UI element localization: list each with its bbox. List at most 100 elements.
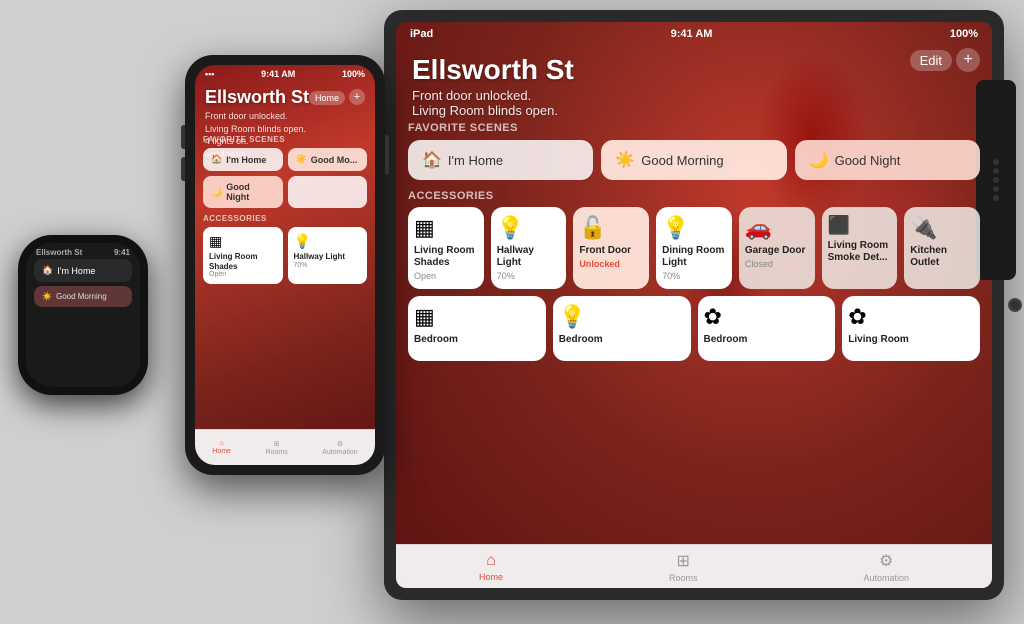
iphone-add-button[interactable]: + bbox=[349, 89, 365, 105]
iphone-tab-rooms-label: Rooms bbox=[266, 449, 288, 456]
ipad-rooms-tab-icon: ⊞ bbox=[677, 551, 690, 571]
iphone-side-button bbox=[385, 135, 389, 175]
iphone-shades-icon: ▦ bbox=[209, 233, 277, 250]
watch-screen: Ellsworth St 9:41 🏠 I'm Home ☀️ Good Mor… bbox=[26, 243, 140, 387]
ipad-shades-status: Open bbox=[414, 271, 436, 281]
iphone-good-morning-card[interactable]: ☀️ Good Mo... bbox=[288, 148, 368, 171]
ipad-outlet-icon: 🔌 bbox=[910, 215, 937, 241]
watch-morning-label: Good Morning bbox=[56, 292, 107, 301]
ipad-auto-tab-label: Automation bbox=[863, 573, 909, 583]
ipad-screen: iPad 9:41 AM 100% Ellsworth St Front doo… bbox=[396, 22, 992, 588]
speaker-dot-5 bbox=[993, 195, 999, 201]
watch-good-morning-card[interactable]: ☀️ Good Morning bbox=[34, 286, 132, 307]
ipad-smoke-card[interactable]: ⬛ Living Room Smoke Det... bbox=[822, 207, 898, 289]
ipad-bedroom-fan-icon: ✿ bbox=[704, 304, 722, 330]
ipad-tab-home[interactable]: ⌂ Home bbox=[479, 552, 503, 582]
iphone-night-label: Good Night bbox=[226, 182, 274, 202]
iphone-vol-up bbox=[181, 125, 185, 149]
ipad-dining-card[interactable]: 💡 Dining Room Light 70% bbox=[656, 207, 732, 289]
ipad-good-night-card[interactable]: 🌙 Good Night bbox=[795, 140, 980, 180]
ipad-shades-card[interactable]: ▦ Living Room Shades Open bbox=[408, 207, 484, 289]
ipad-door-icon: 🔓 bbox=[579, 215, 606, 241]
iphone-status-bar: ••• 9:41 AM 100% bbox=[195, 65, 375, 83]
iphone-signal: ••• bbox=[205, 69, 214, 79]
ipad-hallway-card[interactable]: 💡 Hallway Light 70% bbox=[491, 207, 567, 289]
ipad-dining-icon: 💡 bbox=[662, 215, 689, 241]
ipad-content: Favorite Scenes 🏠 I'm Home ☀️ Good Morni… bbox=[396, 122, 992, 544]
ipad-garage-status: Closed bbox=[745, 259, 773, 269]
iphone-tab-home[interactable]: ⌂ Home bbox=[212, 440, 231, 455]
ipad-header: Ellsworth St Front door unlocked. Living… bbox=[396, 46, 992, 118]
ipad-door-status: Unlocked bbox=[579, 259, 620, 269]
ipad-bedroom-shades-name: Bedroom bbox=[414, 334, 458, 346]
iphone-tab-home-label: Home bbox=[212, 448, 231, 455]
ipad-accessories-label: Accessories bbox=[408, 190, 980, 202]
ipad-bedroom-fan-name: Bedroom bbox=[704, 334, 748, 346]
watch-time: 9:41 bbox=[114, 248, 130, 257]
ipad-bedroom-light-name: Bedroom bbox=[559, 334, 603, 346]
ipad-subtitle-line1: Front door unlocked. bbox=[412, 88, 531, 103]
iphone-tab-rooms-icon: ⊞ bbox=[274, 440, 280, 448]
iphone-time: 9:41 AM bbox=[261, 69, 295, 79]
ipad-good-morning-card[interactable]: ☀️ Good Morning bbox=[601, 140, 786, 180]
ipad-device-label: iPad bbox=[410, 28, 433, 40]
apple-watch: Ellsworth St 9:41 🏠 I'm Home ☀️ Good Mor… bbox=[18, 235, 148, 395]
iphone-tab-automation[interactable]: ⚙ Automation bbox=[322, 440, 357, 456]
ipad-status-bar: iPad 9:41 AM 100% bbox=[396, 22, 992, 46]
ipad-living-room-fan-card[interactable]: ✿ Living Room bbox=[842, 296, 980, 361]
iphone-im-home-card[interactable]: 🏠 I'm Home bbox=[203, 148, 283, 171]
ipad-bedroom-light-card[interactable]: 💡 Bedroom bbox=[553, 296, 691, 361]
ipad-garage-card[interactable]: 🚗 Garage Door Closed bbox=[739, 207, 815, 289]
iphone-shades-name: Living Room Shades bbox=[209, 252, 277, 271]
ipad-im-home-card[interactable]: 🏠 I'm Home bbox=[408, 140, 593, 180]
iphone-hallway-card[interactable]: 💡 Hallway Light 70% bbox=[288, 227, 368, 284]
ipad-hallway-name: Hallway Light bbox=[497, 245, 561, 269]
iphone-shades-status: Open bbox=[209, 271, 277, 278]
ipad-morning-scene-label: Good Morning bbox=[641, 153, 723, 168]
ipad-accessories-grid: ▦ Living Room Shades Open 💡 Hallway Ligh… bbox=[408, 207, 980, 289]
watch-home-label: I'm Home bbox=[57, 266, 95, 276]
watch-content: 🏠 I'm Home ☀️ Good Morning bbox=[26, 259, 140, 387]
ipad-bedroom-shades-card[interactable]: ▦ Bedroom bbox=[408, 296, 546, 361]
speaker-dot-2 bbox=[993, 168, 999, 174]
ipad-battery: 100% bbox=[950, 28, 978, 40]
ipad-subtitle: Front door unlocked. Living Room blinds … bbox=[412, 88, 976, 118]
iphone-tab-home-icon: ⌂ bbox=[220, 440, 224, 447]
ipad-rooms-tab-label: Rooms bbox=[669, 573, 698, 583]
ipad-smoke-name: Living Room Smoke Det... bbox=[828, 240, 892, 264]
iphone-accessories-label: Accessories bbox=[203, 214, 367, 223]
iphone-tab-rooms[interactable]: ⊞ Rooms bbox=[266, 440, 288, 456]
ipad-subtitle-line2: Living Room blinds open. bbox=[412, 103, 558, 118]
iphone-good-night-card[interactable]: 🌙 Good Night bbox=[203, 176, 283, 208]
ipad-living-room-fan-name: Living Room bbox=[848, 334, 909, 346]
watch-morning-icon: ☀️ bbox=[42, 292, 52, 301]
ipad-night-scene-label: Good Night bbox=[835, 153, 901, 168]
watch-im-home-card[interactable]: 🏠 I'm Home bbox=[34, 259, 132, 282]
ipad-tab-automation[interactable]: ⚙ Automation bbox=[863, 551, 909, 583]
watch-home-icon: 🏠 bbox=[42, 265, 53, 276]
iphone-hallway-status: 70% bbox=[294, 262, 362, 269]
ipad-auto-tab-icon: ⚙ bbox=[879, 551, 893, 571]
iphone-tab-bar: ⌂ Home ⊞ Rooms ⚙ Automation bbox=[195, 429, 375, 465]
ipad-tab-bar: ⌂ Home ⊞ Rooms ⚙ Automation bbox=[396, 544, 992, 588]
watch-status-bar: Ellsworth St 9:41 bbox=[26, 243, 140, 259]
ipad-door-card[interactable]: 🔓 Front Door Unlocked bbox=[573, 207, 649, 289]
iphone-subtitle-line2: Living Room blinds open. bbox=[205, 124, 306, 134]
iphone-scene-placeholder bbox=[288, 176, 368, 208]
iphone-content: Favorite Scenes 🏠 I'm Home ☀️ Good Mo...… bbox=[195, 135, 375, 429]
iphone-tab-auto-icon: ⚙ bbox=[337, 440, 343, 448]
iphone-device: ••• 9:41 AM 100% Home + Ellsworth St Fro… bbox=[185, 55, 385, 475]
ipad-morning-scene-icon: ☀️ bbox=[615, 150, 635, 170]
ipad-outlet-card[interactable]: 🔌 Kitchen Outlet bbox=[904, 207, 980, 289]
iphone-edit-button[interactable]: Home bbox=[309, 91, 345, 105]
ipad-time: 9:41 AM bbox=[671, 28, 713, 40]
ipad-bedroom-fan-card[interactable]: ✿ Bedroom bbox=[698, 296, 836, 361]
iphone-scenes-grid: 🏠 I'm Home ☀️ Good Mo... 🌙 Good Night bbox=[203, 148, 367, 208]
iphone-subtitle-line1: Front door unlocked. bbox=[205, 111, 288, 121]
iphone-hallway-icon: 💡 bbox=[294, 233, 362, 250]
ipad-tab-rooms[interactable]: ⊞ Rooms bbox=[669, 551, 698, 583]
iphone-shades-card[interactable]: ▦ Living Room Shades Open bbox=[203, 227, 283, 284]
ipad-home-button[interactable] bbox=[1008, 298, 1022, 312]
iphone-accessories-grid: ▦ Living Room Shades Open 💡 Hallway Ligh… bbox=[203, 227, 367, 284]
speaker-dot-3 bbox=[993, 177, 999, 183]
